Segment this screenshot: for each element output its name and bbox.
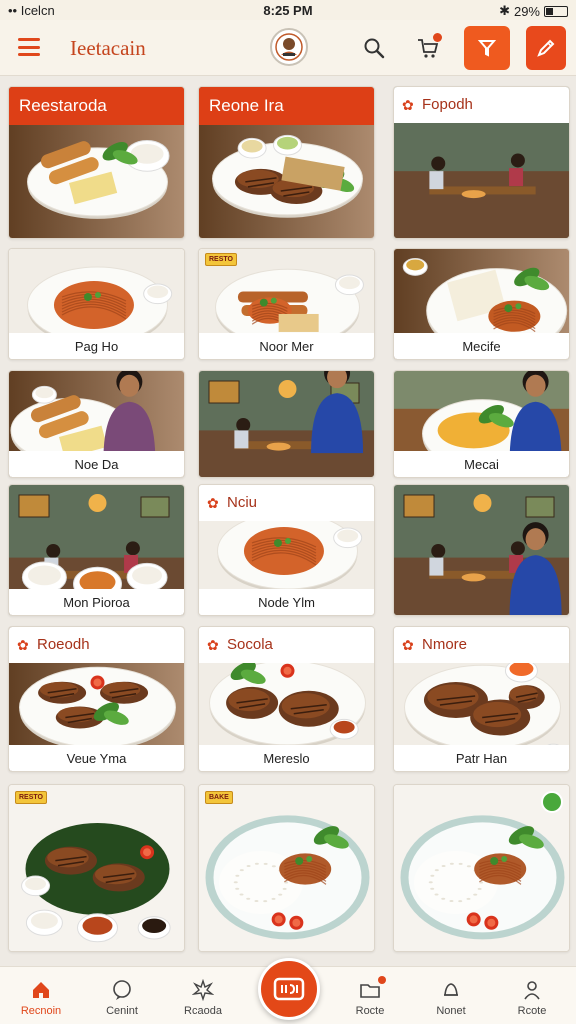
restaurant-card[interactable]: Mecife (393, 248, 570, 360)
flower-icon: ✿ (207, 637, 219, 653)
battery-status: ✱ 29% (499, 3, 568, 19)
card-caption: Noe Da (9, 451, 184, 477)
nav-label: Rcaoda (184, 1005, 222, 1017)
restaurant-card[interactable]: Pag Ho (8, 248, 185, 360)
nav-item-folder[interactable]: Rocte (330, 976, 410, 1017)
card-title-text: Socola (227, 636, 273, 653)
promo-tag: BAKE (205, 791, 233, 804)
nav-item-chat[interactable]: Cenint (82, 979, 162, 1017)
restaurant-grid: Reestaroda Reone Ira ✿ Fopodh Pag Ho Noo… (8, 86, 570, 954)
card-title: ✿ Fopodh (394, 87, 569, 123)
restaurant-card[interactable]: ✿ Nmore Patr Han (393, 626, 570, 772)
flower-icon: ✿ (207, 495, 219, 511)
user-icon (492, 979, 572, 1001)
restaurant-card[interactable] (198, 370, 375, 478)
card-title: ✿ Roeodh (9, 627, 184, 663)
card-title-text: Nmore (422, 636, 468, 653)
restaurant-card[interactable]: Noe Da (8, 370, 185, 478)
restaurant-card[interactable]: Reestaroda (8, 86, 185, 239)
restaurant-card[interactable]: BAKE (198, 784, 375, 952)
restaurant-card[interactable] (393, 484, 570, 616)
nav-label: Nonet (436, 1005, 466, 1017)
battery-percent: 29% (513, 3, 540, 19)
card-caption: Mereslo (199, 745, 374, 771)
nav-item-user[interactable]: Rcote (492, 979, 572, 1017)
restaurant-card[interactable]: RESTO (8, 784, 185, 952)
food-photo (9, 785, 184, 951)
card-title-text: Nciu (227, 494, 258, 511)
battery-icon (544, 5, 568, 17)
nav-item-bell[interactable]: Nonet (411, 979, 491, 1017)
chat-icon (82, 979, 162, 1001)
card-title-text: Fopodh (422, 96, 473, 113)
bell-icon (411, 979, 491, 1001)
brand-logo-icon (270, 28, 308, 66)
card-title: ✿ Socola (199, 627, 374, 663)
food-photo (199, 371, 374, 477)
flower-icon: ✿ (17, 637, 29, 653)
card-caption: Mon Pioroa (9, 589, 184, 615)
nav-label: Rcote (517, 1005, 547, 1017)
nav-item-home[interactable]: Recnoin (1, 979, 81, 1017)
cart-badge (433, 33, 442, 42)
restaurant-card[interactable]: ✿ Roeodh Veue Yma (8, 626, 185, 772)
app-title: Ieetacain (70, 36, 146, 60)
pencil-icon (537, 39, 555, 57)
restaurant-card[interactable]: Mon Pioroa (8, 484, 185, 616)
restaurant-card[interactable]: Mecai (393, 370, 570, 478)
promo-tag: RESTO (15, 791, 47, 804)
food-photo (394, 485, 569, 615)
nav-label: Recnoin (20, 1005, 62, 1017)
filter-button[interactable] (464, 26, 510, 70)
folder-icon (330, 976, 410, 1001)
restaurant-card[interactable]: Noor Mer RESTO (198, 248, 375, 360)
scan-button[interactable] (258, 958, 320, 1020)
clock: 8:25 PM (263, 3, 313, 18)
nav-item-burst[interactable]: Rcaoda (163, 979, 243, 1017)
promo-tag: RESTO (205, 253, 237, 266)
status-bar: •• Icelcn 8:25 PM ✱ 29% (0, 0, 576, 20)
restaurant-card[interactable] (393, 784, 570, 952)
home-icon (1, 979, 81, 1001)
nav-label: Cenint (106, 1005, 138, 1017)
card-caption: Mecife (394, 333, 569, 359)
flower-icon: ✿ (402, 637, 414, 653)
restaurant-card[interactable]: ✿ Fopodh (393, 86, 570, 239)
card-caption: Veue Yma (9, 745, 184, 771)
verified-badge-icon (541, 791, 563, 813)
search-icon[interactable] (362, 36, 386, 60)
food-photo (199, 785, 374, 951)
restaurant-card[interactable]: Reone Ira (198, 86, 375, 239)
nav-label: Rocte (355, 1005, 385, 1017)
menu-icon[interactable] (18, 38, 40, 56)
filter-icon (477, 40, 497, 57)
card-caption: Mecai (394, 451, 569, 477)
card-title: ✿ Nciu (199, 485, 374, 521)
card-title-banner: Reestaroda (9, 87, 184, 125)
restaurant-card[interactable]: ✿ Nciu Node Ylm (198, 484, 375, 616)
scan-icon (273, 977, 305, 1001)
restaurant-card[interactable]: ✿ Socola Mereslo (198, 626, 375, 772)
cart-icon[interactable] (416, 33, 442, 60)
card-title: ✿ Nmore (394, 627, 569, 663)
card-caption: Node Ylm (199, 589, 374, 615)
edit-button[interactable] (526, 26, 566, 70)
flower-icon: ✿ (402, 97, 414, 113)
bluetooth-icon: ✱ (499, 3, 510, 18)
nav-badge (378, 976, 386, 984)
card-title-text: Roeodh (37, 636, 90, 653)
card-caption: Patr Han (394, 745, 569, 771)
card-title-banner: Reone Ira (199, 87, 374, 125)
app-header: Ieetacain (0, 20, 576, 76)
card-caption: Pag Ho (9, 333, 184, 359)
card-caption: Noor Mer (199, 333, 374, 359)
burst-icon (163, 979, 243, 1001)
